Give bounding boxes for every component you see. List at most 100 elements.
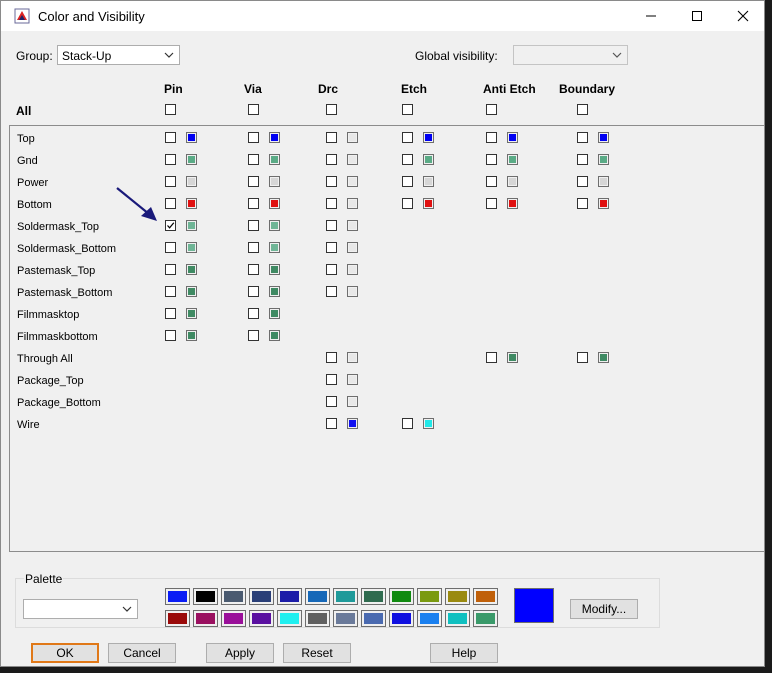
visibility-checkbox[interactable]	[248, 132, 259, 143]
color-swatch[interactable]	[186, 242, 197, 253]
palette-color[interactable]	[305, 610, 330, 627]
all-checkbox-pin[interactable]	[165, 104, 176, 115]
color-swatch[interactable]	[598, 352, 609, 363]
visibility-checkbox[interactable]	[326, 220, 337, 231]
modify-button[interactable]: Modify...	[570, 599, 638, 619]
color-swatch[interactable]	[507, 132, 518, 143]
color-swatch[interactable]	[186, 198, 197, 209]
color-swatch[interactable]	[423, 154, 434, 165]
color-swatch[interactable]	[269, 242, 280, 253]
visibility-checkbox[interactable]	[326, 374, 337, 385]
palette-color[interactable]	[305, 588, 330, 605]
visibility-checkbox[interactable]	[402, 154, 413, 165]
palette-color[interactable]	[277, 610, 302, 627]
palette-color[interactable]	[193, 610, 218, 627]
visibility-checkbox[interactable]	[248, 220, 259, 231]
visibility-checkbox[interactable]	[165, 308, 176, 319]
apply-button[interactable]: Apply	[206, 643, 274, 663]
color-swatch[interactable]	[186, 154, 197, 165]
palette-color[interactable]	[221, 588, 246, 605]
visibility-checkbox[interactable]	[326, 286, 337, 297]
palette-color[interactable]	[165, 610, 190, 627]
global-visibility-dropdown[interactable]	[513, 45, 628, 65]
palette-dropdown[interactable]	[23, 599, 138, 619]
palette-color[interactable]	[249, 588, 274, 605]
visibility-checkbox[interactable]	[486, 132, 497, 143]
visibility-checkbox[interactable]	[165, 154, 176, 165]
visibility-checkbox[interactable]	[165, 242, 176, 253]
color-swatch[interactable]	[347, 242, 358, 253]
color-swatch[interactable]	[423, 132, 434, 143]
color-swatch[interactable]	[186, 176, 197, 187]
color-swatch[interactable]	[269, 132, 280, 143]
reset-button[interactable]: Reset	[283, 643, 351, 663]
color-swatch[interactable]	[269, 154, 280, 165]
color-swatch[interactable]	[347, 176, 358, 187]
visibility-checkbox[interactable]	[326, 176, 337, 187]
color-swatch[interactable]	[269, 264, 280, 275]
palette-color[interactable]	[361, 588, 386, 605]
all-checkbox-anti-etch[interactable]	[486, 104, 497, 115]
ok-button[interactable]: OK	[31, 643, 99, 663]
color-swatch[interactable]	[507, 154, 518, 165]
color-swatch[interactable]	[347, 132, 358, 143]
palette-color[interactable]	[445, 610, 470, 627]
palette-color[interactable]	[417, 610, 442, 627]
visibility-checkbox[interactable]	[165, 220, 176, 231]
color-swatch[interactable]	[269, 330, 280, 341]
visibility-checkbox[interactable]	[248, 308, 259, 319]
visibility-checkbox[interactable]	[248, 330, 259, 341]
palette-color[interactable]	[277, 588, 302, 605]
color-swatch[interactable]	[347, 374, 358, 385]
visibility-checkbox[interactable]	[165, 264, 176, 275]
visibility-checkbox[interactable]	[486, 198, 497, 209]
visibility-checkbox[interactable]	[577, 154, 588, 165]
color-swatch[interactable]	[186, 132, 197, 143]
color-swatch[interactable]	[347, 418, 358, 429]
visibility-checkbox[interactable]	[326, 242, 337, 253]
palette-color[interactable]	[221, 610, 246, 627]
visibility-checkbox[interactable]	[248, 242, 259, 253]
color-swatch[interactable]	[347, 220, 358, 231]
color-swatch[interactable]	[347, 198, 358, 209]
color-swatch[interactable]	[186, 330, 197, 341]
visibility-checkbox[interactable]	[248, 198, 259, 209]
visibility-checkbox[interactable]	[402, 176, 413, 187]
palette-color[interactable]	[473, 588, 498, 605]
color-swatch[interactable]	[347, 264, 358, 275]
help-button[interactable]: Help	[430, 643, 498, 663]
close-button[interactable]	[720, 1, 766, 31]
group-dropdown[interactable]: Stack-Up	[57, 45, 180, 65]
visibility-checkbox[interactable]	[165, 198, 176, 209]
visibility-checkbox[interactable]	[326, 264, 337, 275]
visibility-checkbox[interactable]	[402, 198, 413, 209]
maximize-button[interactable]	[674, 1, 720, 31]
color-swatch[interactable]	[186, 264, 197, 275]
visibility-checkbox[interactable]	[486, 154, 497, 165]
color-swatch[interactable]	[186, 308, 197, 319]
palette-color[interactable]	[389, 588, 414, 605]
visibility-checkbox[interactable]	[165, 176, 176, 187]
visibility-checkbox[interactable]	[326, 352, 337, 363]
all-checkbox-via[interactable]	[248, 104, 259, 115]
color-swatch[interactable]	[347, 396, 358, 407]
color-swatch[interactable]	[186, 220, 197, 231]
color-swatch[interactable]	[423, 198, 434, 209]
visibility-checkbox[interactable]	[248, 286, 259, 297]
palette-color[interactable]	[361, 610, 386, 627]
color-swatch[interactable]	[269, 308, 280, 319]
palette-color[interactable]	[165, 588, 190, 605]
palette-color[interactable]	[249, 610, 274, 627]
visibility-checkbox[interactable]	[402, 418, 413, 429]
visibility-checkbox[interactable]	[165, 330, 176, 341]
visibility-checkbox[interactable]	[577, 352, 588, 363]
color-swatch[interactable]	[347, 352, 358, 363]
visibility-checkbox[interactable]	[326, 198, 337, 209]
color-swatch[interactable]	[507, 176, 518, 187]
visibility-checkbox[interactable]	[486, 176, 497, 187]
all-checkbox-drc[interactable]	[326, 104, 337, 115]
visibility-checkbox[interactable]	[486, 352, 497, 363]
color-swatch[interactable]	[598, 176, 609, 187]
visibility-checkbox[interactable]	[577, 198, 588, 209]
all-checkbox-etch[interactable]	[402, 104, 413, 115]
